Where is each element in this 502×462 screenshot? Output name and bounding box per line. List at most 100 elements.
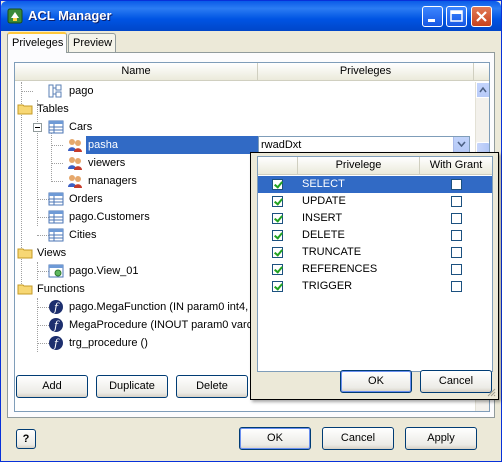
- minimize-button[interactable]: [422, 6, 443, 27]
- collapse-toggle[interactable]: [33, 123, 42, 132]
- column-header-privelege[interactable]: Privelege: [298, 157, 420, 175]
- privilege-row[interactable]: TRIGGER: [258, 278, 492, 295]
- tree-item-label: Views: [37, 247, 67, 259]
- close-button[interactable]: [471, 6, 492, 27]
- cancel-button-label: Cancel: [340, 432, 376, 444]
- with-grant-checkbox[interactable]: [451, 196, 462, 207]
- folder-icon: [17, 104, 33, 115]
- privilege-checkbox[interactable]: [272, 179, 283, 190]
- tree-item-trg-procedure[interactable]: f trg_procedure (): [15, 334, 255, 352]
- tree-item-megaprocedure[interactable]: f MegaProcedure (INOUT param0 varchar: [15, 316, 265, 334]
- privilege-checkbox[interactable]: [272, 281, 283, 292]
- tree-item-cities[interactable]: Cities: [15, 226, 255, 244]
- privilege-row[interactable]: SELECT: [258, 176, 492, 193]
- tree-item-views[interactable]: Views: [15, 244, 255, 262]
- with-grant-checkbox[interactable]: [451, 281, 462, 292]
- maximize-button[interactable]: [446, 6, 467, 27]
- function-icon: f: [49, 300, 63, 314]
- delete-button[interactable]: Delete: [176, 375, 248, 398]
- grid-header: Name Priveleges: [15, 63, 489, 81]
- tree-item-orders[interactable]: Orders: [15, 190, 255, 208]
- popup-cancel-label: Cancel: [438, 375, 474, 387]
- tree-item-managers[interactable]: managers: [15, 172, 255, 190]
- privilege-checkbox[interactable]: [272, 247, 283, 258]
- tree-item-view01[interactable]: pago.View_01: [15, 262, 255, 280]
- privileges-popup: Privelege With Grant SELECT UPDATE INSERT D…: [250, 152, 499, 400]
- schema-icon: [48, 84, 62, 98]
- apply-button[interactable]: Apply: [405, 427, 477, 450]
- tree-item-functions[interactable]: Functions: [15, 280, 255, 298]
- tree-item-label: pago.MegaFunction (IN param0 int4, IN p: [69, 301, 265, 313]
- privilege-name: REFERENCES: [302, 263, 378, 275]
- privilege-name: INSERT: [302, 212, 343, 224]
- function-icon: f: [49, 336, 63, 350]
- tree-item-megafunction[interactable]: f pago.MegaFunction (IN param0 int4, IN …: [15, 298, 265, 316]
- scroll-up-button[interactable]: [476, 82, 489, 98]
- tab-priveleges[interactable]: Priveleges: [7, 32, 67, 53]
- window-title: ACL Manager: [28, 8, 112, 23]
- tree-item-label: pago.View_01: [69, 265, 139, 277]
- privilege-row[interactable]: DELETE: [258, 227, 492, 244]
- chevron-down-icon: [457, 141, 466, 147]
- privilege-checkbox[interactable]: [272, 230, 283, 241]
- delete-button-label: Delete: [196, 380, 228, 392]
- close-icon: [476, 11, 487, 22]
- title-bar[interactable]: ACL Manager: [1, 1, 501, 31]
- with-grant-checkbox[interactable]: [451, 213, 462, 224]
- with-grant-checkbox[interactable]: [451, 264, 462, 275]
- tree-item-pago[interactable]: pago: [15, 82, 255, 100]
- privilege-checkbox[interactable]: [272, 264, 283, 275]
- help-button[interactable]: ?: [16, 429, 36, 449]
- privilege-row[interactable]: INSERT: [258, 210, 492, 227]
- tree-item-label: trg_procedure (): [69, 337, 148, 349]
- column-header-with-grant[interactable]: With Grant: [420, 157, 492, 175]
- with-grant-checkbox[interactable]: [451, 230, 462, 241]
- privilege-row[interactable]: TRUNCATE: [258, 244, 492, 261]
- privilege-row[interactable]: REFERENCES: [258, 261, 492, 278]
- tree-item-tables[interactable]: Tables: [15, 100, 255, 118]
- ok-button[interactable]: OK: [239, 427, 311, 450]
- table-icon: [48, 210, 64, 224]
- table-icon: [48, 192, 64, 206]
- tab-preview-label: Preview: [73, 37, 113, 49]
- with-grant-checkbox[interactable]: [451, 179, 462, 190]
- tree-item-label: viewers: [88, 157, 126, 169]
- tree-item-cars[interactable]: Cars: [15, 118, 255, 136]
- add-button[interactable]: Add: [16, 375, 88, 398]
- tree-item-label: Cars: [69, 121, 93, 133]
- popup-cancel-button[interactable]: Cancel: [420, 370, 492, 393]
- view-icon: [48, 264, 64, 278]
- privilege-name: TRUNCATE: [302, 246, 362, 258]
- minimize-icon: [428, 19, 435, 22]
- tree-item-label: managers: [88, 175, 137, 187]
- folder-icon: [17, 248, 33, 259]
- tree-item-label: Orders: [69, 193, 103, 205]
- tab-preview[interactable]: Preview: [68, 33, 116, 52]
- dropdown-button[interactable]: [453, 137, 469, 153]
- privileges-list[interactable]: Privelege With Grant SELECT UPDATE INSERT D…: [257, 156, 493, 372]
- tab-priveleges-label: Priveleges: [12, 37, 64, 49]
- column-header-name[interactable]: Name: [15, 63, 258, 81]
- ok-button-label: OK: [267, 432, 283, 444]
- tree-item-label: Cities: [69, 229, 97, 241]
- privilege-checkbox[interactable]: [272, 196, 283, 207]
- duplicate-button[interactable]: Duplicate: [96, 375, 168, 398]
- popup-ok-button[interactable]: OK: [340, 370, 412, 393]
- with-grant-checkbox[interactable]: [451, 247, 462, 258]
- privilege-row[interactable]: UPDATE: [258, 193, 492, 210]
- tree-item-label: Functions: [37, 283, 85, 295]
- tree-item-label: Tables: [37, 103, 69, 115]
- resize-grip-icon[interactable]: [486, 387, 496, 397]
- privilege-checkbox[interactable]: [272, 213, 283, 224]
- column-header-priveleges[interactable]: Priveleges: [258, 63, 474, 81]
- users-icon: [68, 157, 82, 170]
- tree-item-label: pago.Customers: [69, 211, 150, 223]
- cancel-button[interactable]: Cancel: [322, 427, 394, 450]
- scroll-up-icon: [479, 86, 487, 93]
- privileges-list-header: Privelege With Grant: [258, 157, 492, 175]
- app-icon: [7, 8, 23, 24]
- tree-item-customers[interactable]: pago.Customers: [15, 208, 255, 226]
- tree-item-viewers[interactable]: viewers: [15, 154, 255, 172]
- tree-item-label: pago: [69, 85, 94, 97]
- tree-item-pasha[interactable]: pasha: [15, 136, 265, 154]
